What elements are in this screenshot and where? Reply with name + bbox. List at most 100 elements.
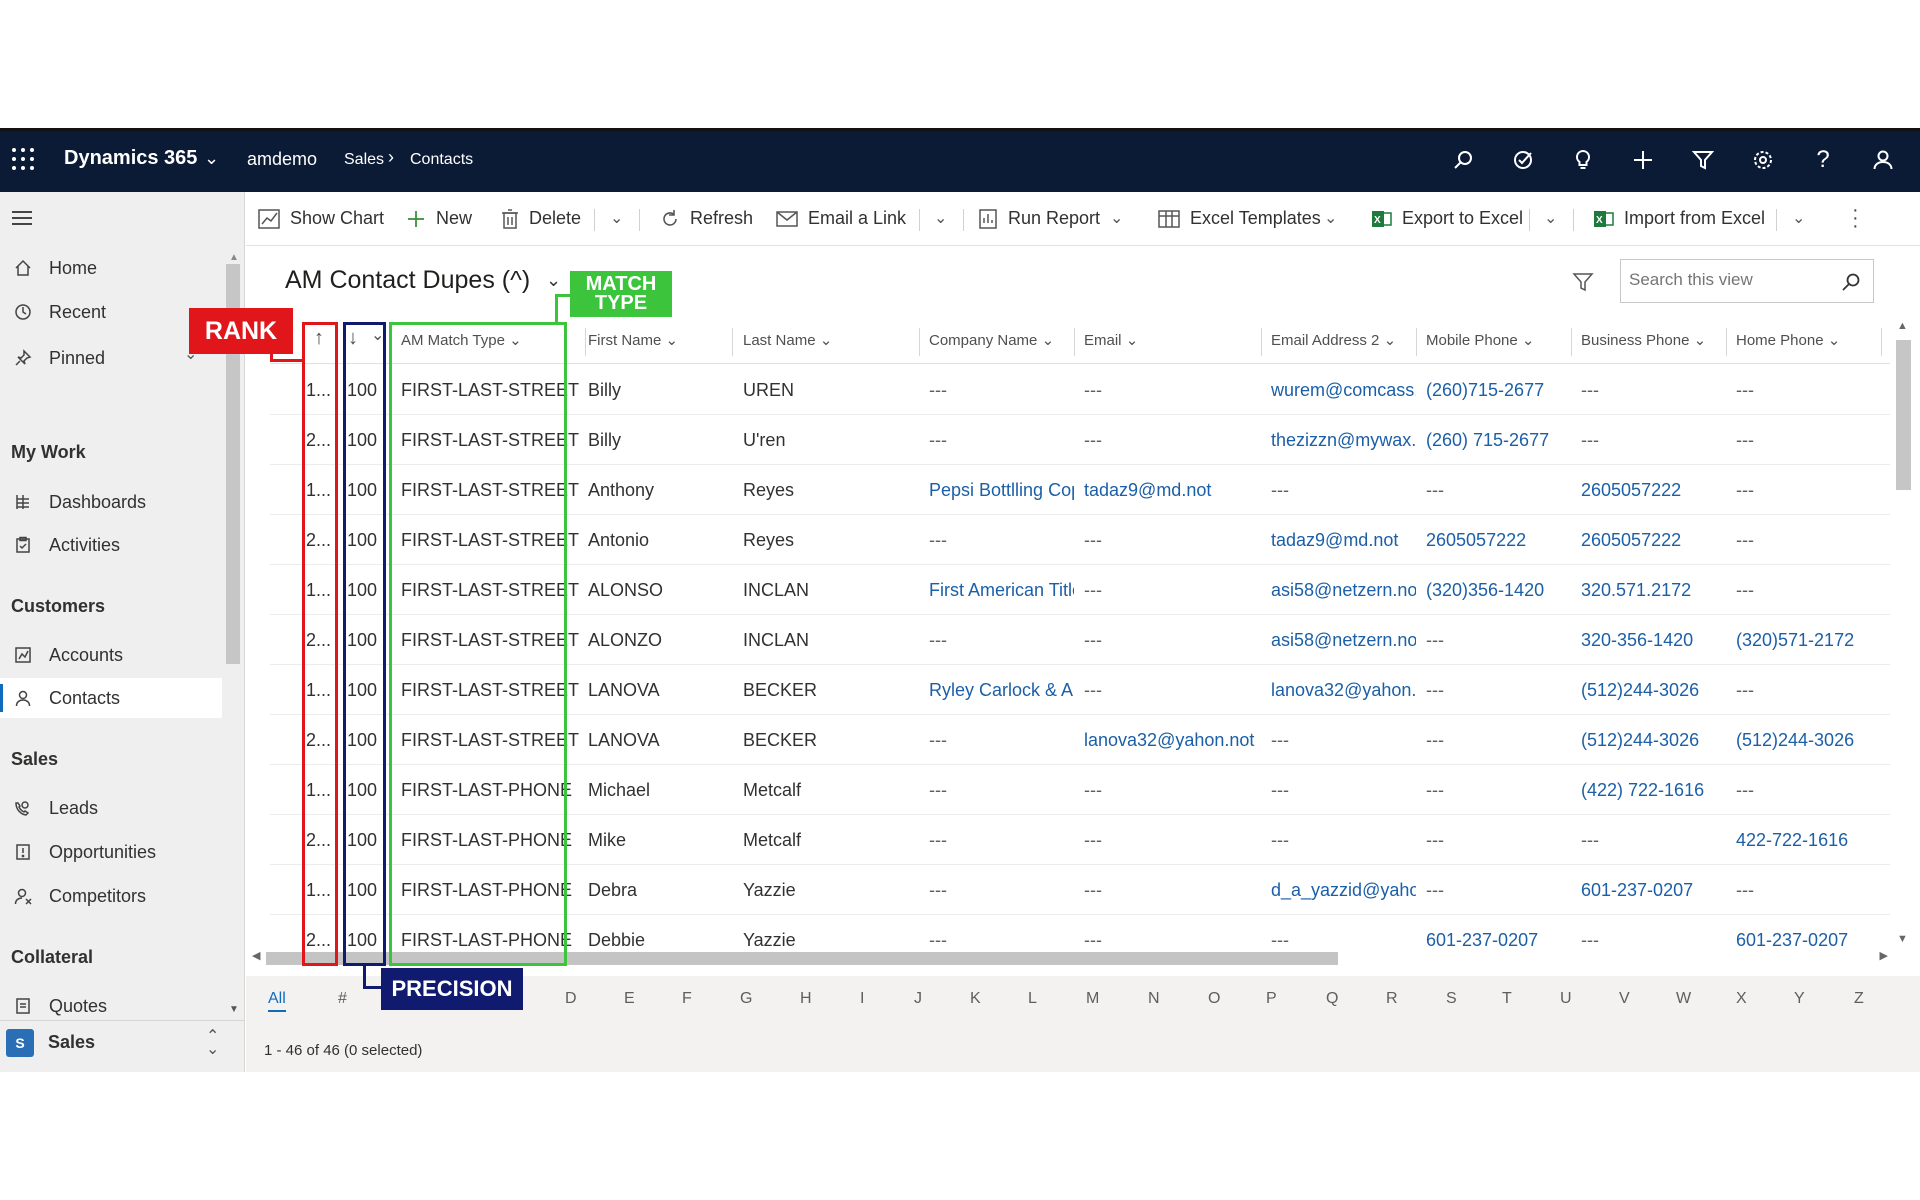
- nav-item-leads[interactable]: Leads: [0, 788, 222, 828]
- gear-icon[interactable]: [1748, 145, 1778, 175]
- nav-item-competitors[interactable]: Competitors: [0, 876, 222, 916]
- jump-letter[interactable]: U: [1560, 990, 1572, 1008]
- sidenav-scroll-up-icon[interactable]: ▲: [229, 252, 239, 263]
- more-commands-icon[interactable]: · · ·: [1852, 200, 1859, 236]
- jump-letter[interactable]: N: [1148, 990, 1160, 1008]
- email-2-cell[interactable]: thezizzn@mywax.n: [1271, 430, 1416, 451]
- excel-templates-chevron-icon[interactable]: ⌄: [1324, 208, 1337, 228]
- jump-letter[interactable]: K: [970, 990, 981, 1008]
- first-name-cell[interactable]: Billy: [588, 380, 733, 401]
- run-report-button[interactable]: Run Report: [978, 208, 1100, 229]
- jump-letter[interactable]: V: [1619, 990, 1630, 1008]
- column-header-mobile-phone[interactable]: Mobile Phone ⌄: [1426, 331, 1534, 349]
- column-divider[interactable]: [919, 328, 920, 356]
- column-header-company-name[interactable]: Company Name ⌄: [929, 331, 1054, 349]
- jump-letter[interactable]: Y: [1794, 990, 1805, 1008]
- import-more-chevron-icon[interactable]: ⌄: [1792, 208, 1805, 228]
- jump-letter[interactable]: D: [565, 990, 577, 1008]
- jump-letter[interactable]: Z: [1854, 990, 1864, 1008]
- home-phone-cell[interactable]: 422-722-1616: [1736, 830, 1881, 851]
- filter-icon[interactable]: [1688, 145, 1718, 175]
- business-phone-cell[interactable]: 320-356-1420: [1581, 630, 1726, 651]
- environment-name[interactable]: amdemo: [247, 149, 317, 170]
- first-name-cell[interactable]: Billy: [588, 430, 733, 451]
- excel-templates-button[interactable]: Excel Templates: [1158, 208, 1321, 229]
- last-name-cell[interactable]: BECKER: [743, 680, 913, 701]
- first-name-cell[interactable]: Mike: [588, 830, 733, 851]
- hamburger-menu-icon[interactable]: [12, 211, 32, 229]
- jump-letter[interactable]: I: [860, 990, 864, 1008]
- first-name-cell[interactable]: Debra: [588, 880, 733, 901]
- column-divider[interactable]: [1074, 328, 1075, 356]
- search-view-box[interactable]: [1620, 259, 1874, 303]
- jump-letter[interactable]: #: [338, 990, 347, 1008]
- sidenav-scroll-down-icon[interactable]: ▼: [229, 1004, 239, 1015]
- vertical-scroll-thumb[interactable]: [1896, 340, 1911, 490]
- help-icon[interactable]: ?: [1808, 145, 1838, 175]
- app-launcher-icon[interactable]: [12, 148, 34, 170]
- jump-letter[interactable]: E: [624, 990, 635, 1008]
- business-phone-cell[interactable]: 2605057222: [1581, 530, 1726, 551]
- jump-letter[interactable]: J: [914, 990, 922, 1008]
- export-more-chevron-icon[interactable]: ⌄: [1544, 208, 1557, 228]
- business-phone-cell[interactable]: (512)244-3026: [1581, 730, 1726, 751]
- jump-letter[interactable]: W: [1676, 990, 1691, 1008]
- last-name-cell[interactable]: U'ren: [743, 430, 913, 451]
- plus-icon[interactable]: [1628, 145, 1658, 175]
- mobile-phone-cell[interactable]: (260)715-2677: [1426, 380, 1571, 401]
- jump-letter[interactable]: P: [1266, 990, 1277, 1008]
- column-header-first-name[interactable]: First Name ⌄: [588, 331, 678, 349]
- first-name-cell[interactable]: ALONSO: [588, 580, 733, 601]
- last-name-cell[interactable]: UREN: [743, 380, 913, 401]
- scroll-left-icon[interactable]: ◀: [252, 949, 260, 962]
- column-header-business-phone[interactable]: Business Phone ⌄: [1581, 331, 1706, 349]
- view-selector-chevron-icon[interactable]: ⌄: [546, 270, 561, 291]
- user-icon[interactable]: [1868, 145, 1898, 175]
- delete-more-chevron-icon[interactable]: ⌄: [610, 208, 623, 228]
- mobile-phone-cell[interactable]: 601-237-0207: [1426, 930, 1571, 950]
- first-name-cell[interactable]: Michael: [588, 780, 733, 801]
- email-link-button[interactable]: Email a Link: [776, 208, 906, 229]
- jump-letter[interactable]: R: [1386, 990, 1398, 1008]
- refresh-button[interactable]: Refresh: [660, 208, 753, 229]
- show-chart-button[interactable]: Show Chart: [258, 208, 384, 229]
- search-input[interactable]: [1629, 260, 1829, 300]
- column-divider[interactable]: [732, 328, 733, 356]
- nav-item-contacts[interactable]: Contacts: [0, 678, 222, 718]
- last-name-cell[interactable]: INCLAN: [743, 580, 913, 601]
- first-name-cell[interactable]: Antonio: [588, 530, 733, 551]
- search-icon[interactable]: [1841, 272, 1861, 297]
- view-title[interactable]: AM Contact Dupes (^): [285, 266, 530, 295]
- column-divider[interactable]: [1726, 328, 1727, 356]
- first-name-cell[interactable]: Anthony: [588, 480, 733, 501]
- app-name[interactable]: Dynamics 365: [64, 147, 197, 170]
- jump-letter[interactable]: M: [1086, 990, 1099, 1008]
- column-header-home-phone[interactable]: Home Phone ⌄: [1736, 331, 1840, 349]
- business-phone-cell[interactable]: 2605057222: [1581, 480, 1726, 501]
- jump-letter[interactable]: O: [1208, 990, 1220, 1008]
- run-report-chevron-icon[interactable]: ⌄: [1110, 208, 1123, 228]
- last-name-cell[interactable]: BECKER: [743, 730, 913, 751]
- scroll-down-icon[interactable]: ▼: [1897, 933, 1908, 945]
- task-check-icon[interactable]: [1508, 145, 1538, 175]
- column-divider[interactable]: [585, 328, 586, 356]
- first-name-cell[interactable]: ALONZO: [588, 630, 733, 651]
- mobile-phone-cell[interactable]: (260) 715-2677: [1426, 430, 1571, 451]
- import-excel-button[interactable]: X Import from Excel: [1594, 208, 1765, 229]
- export-excel-button[interactable]: X Export to Excel: [1372, 208, 1523, 229]
- home-phone-cell[interactable]: (512)244-3026: [1736, 730, 1881, 751]
- search-icon[interactable]: [1448, 145, 1478, 175]
- filter-icon[interactable]: [1572, 271, 1594, 298]
- lightbulb-icon[interactable]: [1568, 145, 1598, 175]
- area-switcher[interactable]: S Sales ⌃ ⌄: [0, 1020, 245, 1064]
- email-2-cell[interactable]: wurem@comcass.n: [1271, 380, 1416, 401]
- email-2-cell[interactable]: asi58@netzern.not.: [1271, 580, 1416, 601]
- email-2-cell[interactable]: tadaz9@md.not: [1271, 530, 1416, 551]
- last-name-cell[interactable]: Reyes: [743, 530, 913, 551]
- column-divider[interactable]: [1571, 328, 1572, 356]
- company-name-cell[interactable]: First American Title: [929, 580, 1074, 601]
- home-phone-cell[interactable]: 601-237-0207: [1736, 930, 1881, 950]
- business-phone-cell[interactable]: (422) 722-1616: [1581, 780, 1726, 801]
- nav-item-accounts[interactable]: Accounts: [0, 635, 222, 675]
- vertical-scrollbar[interactable]: ▲ ▼: [1893, 320, 1913, 945]
